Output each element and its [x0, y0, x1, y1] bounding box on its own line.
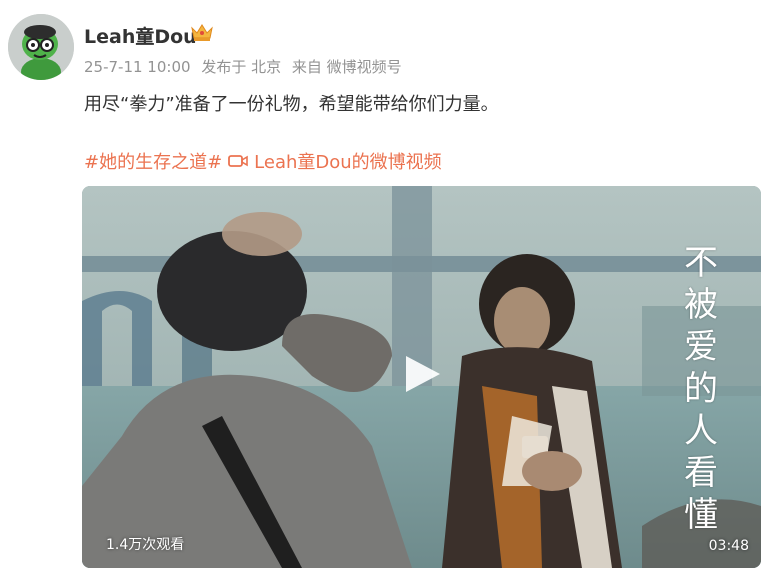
video-duration: 03:48 — [708, 538, 749, 554]
post-location: 发布于 北京 — [201, 58, 282, 76]
username[interactable]: Leah童Dou — [84, 22, 197, 49]
crown-icon — [191, 24, 213, 41]
subtitle-char: 爱 — [684, 327, 718, 367]
avatar[interactable] — [8, 14, 74, 80]
post-tags: #她的生存之道# Leah童Dou的微博视频 — [84, 148, 442, 174]
subtitle-char: 不 — [684, 243, 718, 283]
play-icon[interactable] — [400, 352, 444, 396]
post-meta: 25-7-11 10:00 发布于 北京 来自 微博视频号 — [84, 56, 408, 77]
post-source: 来自 微博视频号 — [291, 58, 402, 76]
subtitle-char: 看 — [684, 453, 718, 493]
video-subtitle: 不 被 爱 的 人 看 懂 — [681, 242, 721, 536]
video-player[interactable]: 不 被 爱 的 人 看 懂 1.4万次观看 03:48 — [82, 186, 761, 568]
post-text: 用尽“拳力”准备了一份礼物，希望能带给你们力量。 — [84, 94, 499, 115]
topic-tag[interactable]: #她的生存之道# — [84, 148, 222, 174]
post-time[interactable]: 25-7-11 10:00 — [84, 58, 191, 76]
view-count: 1.4万次观看 — [106, 537, 185, 553]
cartoon-avatar-icon — [8, 14, 74, 80]
subtitle-char: 的 — [684, 369, 718, 409]
subtitle-char: 懂 — [684, 495, 718, 535]
video-link[interactable]: Leah童Dou的微博视频 — [254, 148, 442, 174]
video-camera-icon — [228, 155, 248, 167]
subtitle-char: 人 — [684, 411, 718, 451]
subtitle-char: 被 — [684, 285, 718, 325]
